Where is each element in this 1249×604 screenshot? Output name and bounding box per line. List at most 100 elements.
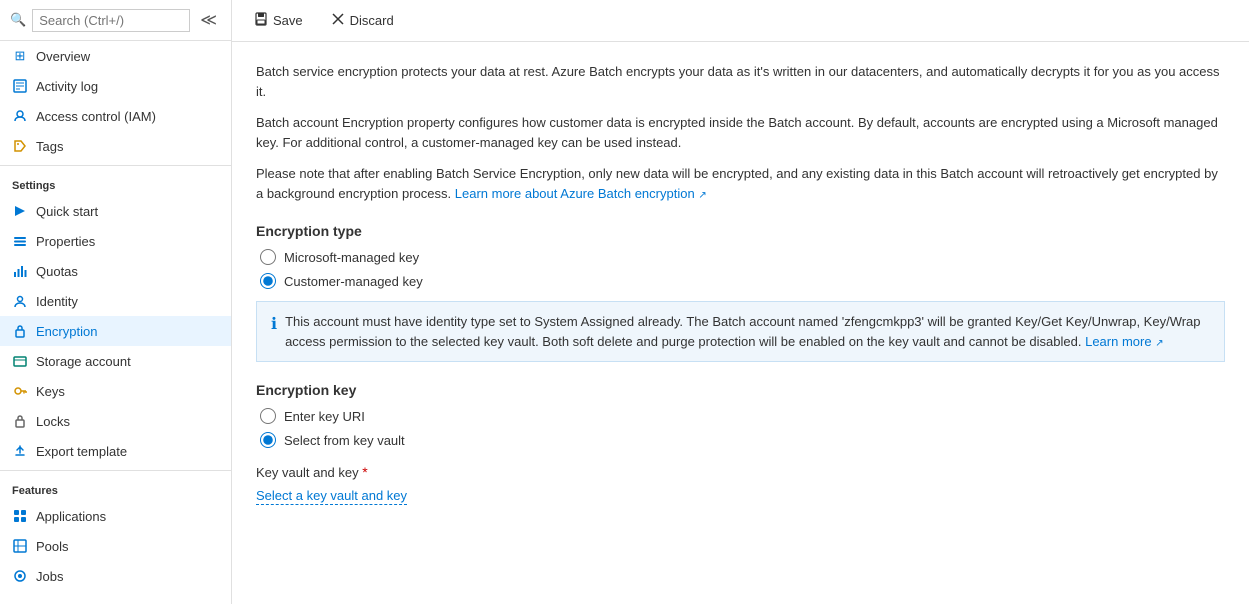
discard-label: Discard xyxy=(350,13,394,28)
description-3-text: Please note that after enabling Batch Se… xyxy=(256,166,1218,201)
overview-icon: ⊞ xyxy=(12,48,28,64)
sidebar-item-identity[interactable]: Identity xyxy=(0,286,231,316)
divider-features xyxy=(0,470,231,471)
sidebar-item-label: Access control (IAM) xyxy=(36,109,156,124)
features-section-label: Features xyxy=(0,475,231,501)
sidebar-item-label: Jobs xyxy=(36,569,63,584)
description-2: Batch account Encryption property config… xyxy=(256,113,1225,152)
sidebar-item-label: Applications xyxy=(36,509,106,524)
radio-customer-label: Customer-managed key xyxy=(284,274,423,289)
identity-icon xyxy=(12,293,28,309)
tags-icon xyxy=(12,138,28,154)
description-1: Batch service encryption protects your d… xyxy=(256,62,1225,101)
encryption-type-section: Encryption type xyxy=(256,223,1225,239)
jobs-icon xyxy=(12,568,28,584)
sidebar-item-label: Storage account xyxy=(36,354,131,369)
save-icon xyxy=(254,12,268,29)
description-3: Please note that after enabling Batch Se… xyxy=(256,164,1225,203)
sidebar-item-access-control[interactable]: Access control (IAM) xyxy=(0,101,231,131)
sidebar-item-label: Activity log xyxy=(36,79,98,94)
learn-more-link[interactable]: Learn more about Azure Batch encryption … xyxy=(455,186,707,201)
external-link-icon-2: ↗ xyxy=(1155,338,1163,349)
toolbar: Save Discard xyxy=(232,0,1249,42)
sidebar-item-locks[interactable]: Locks xyxy=(0,406,231,436)
radio-customer-input[interactable] xyxy=(260,273,276,289)
sidebar-item-export-template[interactable]: Export template xyxy=(0,436,231,466)
sidebar: 🔍 ≪ ⊞ Overview Activity log Access contr… xyxy=(0,0,232,604)
locks-icon xyxy=(12,413,28,429)
properties-icon xyxy=(12,233,28,249)
pools-icon xyxy=(12,538,28,554)
quotas-icon xyxy=(12,263,28,279)
radio-customer-managed[interactable]: Customer-managed key xyxy=(260,273,1225,289)
search-input[interactable] xyxy=(32,9,190,32)
save-label: Save xyxy=(273,13,303,28)
sidebar-item-tags[interactable]: Tags xyxy=(0,131,231,161)
sidebar-item-applications[interactable]: Applications xyxy=(0,501,231,531)
learn-more-link-2[interactable]: Learn more ↗ xyxy=(1085,334,1164,349)
sidebar-item-label: Quotas xyxy=(36,264,78,279)
discard-button[interactable]: Discard xyxy=(325,8,400,33)
sidebar-item-label: Locks xyxy=(36,414,70,429)
external-link-icon: ↗ xyxy=(698,190,706,201)
storage-account-icon xyxy=(12,353,28,369)
encryption-icon xyxy=(12,323,28,339)
learn-more-2-label: Learn more xyxy=(1085,334,1151,349)
save-button[interactable]: Save xyxy=(248,8,309,33)
sidebar-item-label: Encryption xyxy=(36,324,97,339)
select-vault-link[interactable]: Select a key vault and key xyxy=(256,488,407,505)
sidebar-item-storage-account[interactable]: Storage account xyxy=(0,346,231,376)
main-content: Save Discard Batch service encryption pr… xyxy=(232,0,1249,604)
radio-uri-label: Enter key URI xyxy=(284,409,365,424)
encryption-key-section: Encryption key xyxy=(256,382,1225,398)
sidebar-item-keys[interactable]: Keys xyxy=(0,376,231,406)
encryption-type-radio-group: Microsoft-managed key Customer-managed k… xyxy=(260,249,1225,289)
sidebar-item-label: Export template xyxy=(36,444,127,459)
key-vault-label: Key vault and key xyxy=(256,465,359,480)
search-icon: 🔍 xyxy=(10,12,26,28)
sidebar-item-label: Tags xyxy=(36,139,63,154)
sidebar-item-quick-start[interactable]: Quick start xyxy=(0,196,231,226)
applications-icon xyxy=(12,508,28,524)
discard-icon xyxy=(331,12,345,29)
divider-settings xyxy=(0,165,231,166)
sidebar-item-label: Keys xyxy=(36,384,65,399)
radio-enter-uri[interactable]: Enter key URI xyxy=(260,408,1225,424)
access-control-icon xyxy=(12,108,28,124)
sidebar-item-encryption[interactable]: Encryption xyxy=(0,316,231,346)
radio-vault-input[interactable] xyxy=(260,432,276,448)
content-area: Batch service encryption protects your d… xyxy=(232,42,1249,604)
select-vault-link-label: Select a key vault and key xyxy=(256,488,407,503)
sidebar-collapse-button[interactable]: ≪ xyxy=(196,8,221,32)
radio-select-vault[interactable]: Select from key vault xyxy=(260,432,1225,448)
radio-vault-label: Select from key vault xyxy=(284,433,405,448)
sidebar-item-overview[interactable]: ⊞ Overview xyxy=(0,41,231,71)
activity-log-icon xyxy=(12,78,28,94)
info-box: ℹ This account must have identity type s… xyxy=(256,301,1225,362)
quick-start-icon xyxy=(12,203,28,219)
sidebar-item-pools[interactable]: Pools xyxy=(0,531,231,561)
settings-section-label: Settings xyxy=(0,170,231,196)
sidebar-item-properties[interactable]: Properties xyxy=(0,226,231,256)
sidebar-item-label: Quick start xyxy=(36,204,98,219)
radio-microsoft-input[interactable] xyxy=(260,249,276,265)
info-text-content: This account must have identity type set… xyxy=(285,314,1200,349)
sidebar-item-jobs[interactable]: Jobs xyxy=(0,561,231,591)
keys-icon xyxy=(12,383,28,399)
info-icon: ℹ xyxy=(271,313,277,337)
radio-uri-input[interactable] xyxy=(260,408,276,424)
radio-microsoft-label: Microsoft-managed key xyxy=(284,250,419,265)
radio-microsoft-managed[interactable]: Microsoft-managed key xyxy=(260,249,1225,265)
sidebar-item-quotas[interactable]: Quotas xyxy=(0,256,231,286)
sidebar-item-activity-log[interactable]: Activity log xyxy=(0,71,231,101)
encryption-key-radio-group: Enter key URI Select from key vault xyxy=(260,408,1225,448)
sidebar-item-label: Pools xyxy=(36,539,69,554)
sidebar-item-label: Identity xyxy=(36,294,78,309)
learn-more-label: Learn more about Azure Batch encryption xyxy=(455,186,695,201)
key-vault-label-container: Key vault and key * xyxy=(256,464,1225,480)
sidebar-item-label: Properties xyxy=(36,234,95,249)
info-text: This account must have identity type set… xyxy=(285,312,1210,351)
sidebar-search-container: 🔍 ≪ xyxy=(0,0,231,41)
required-star: * xyxy=(362,464,367,480)
sidebar-item-label: Overview xyxy=(36,49,90,64)
